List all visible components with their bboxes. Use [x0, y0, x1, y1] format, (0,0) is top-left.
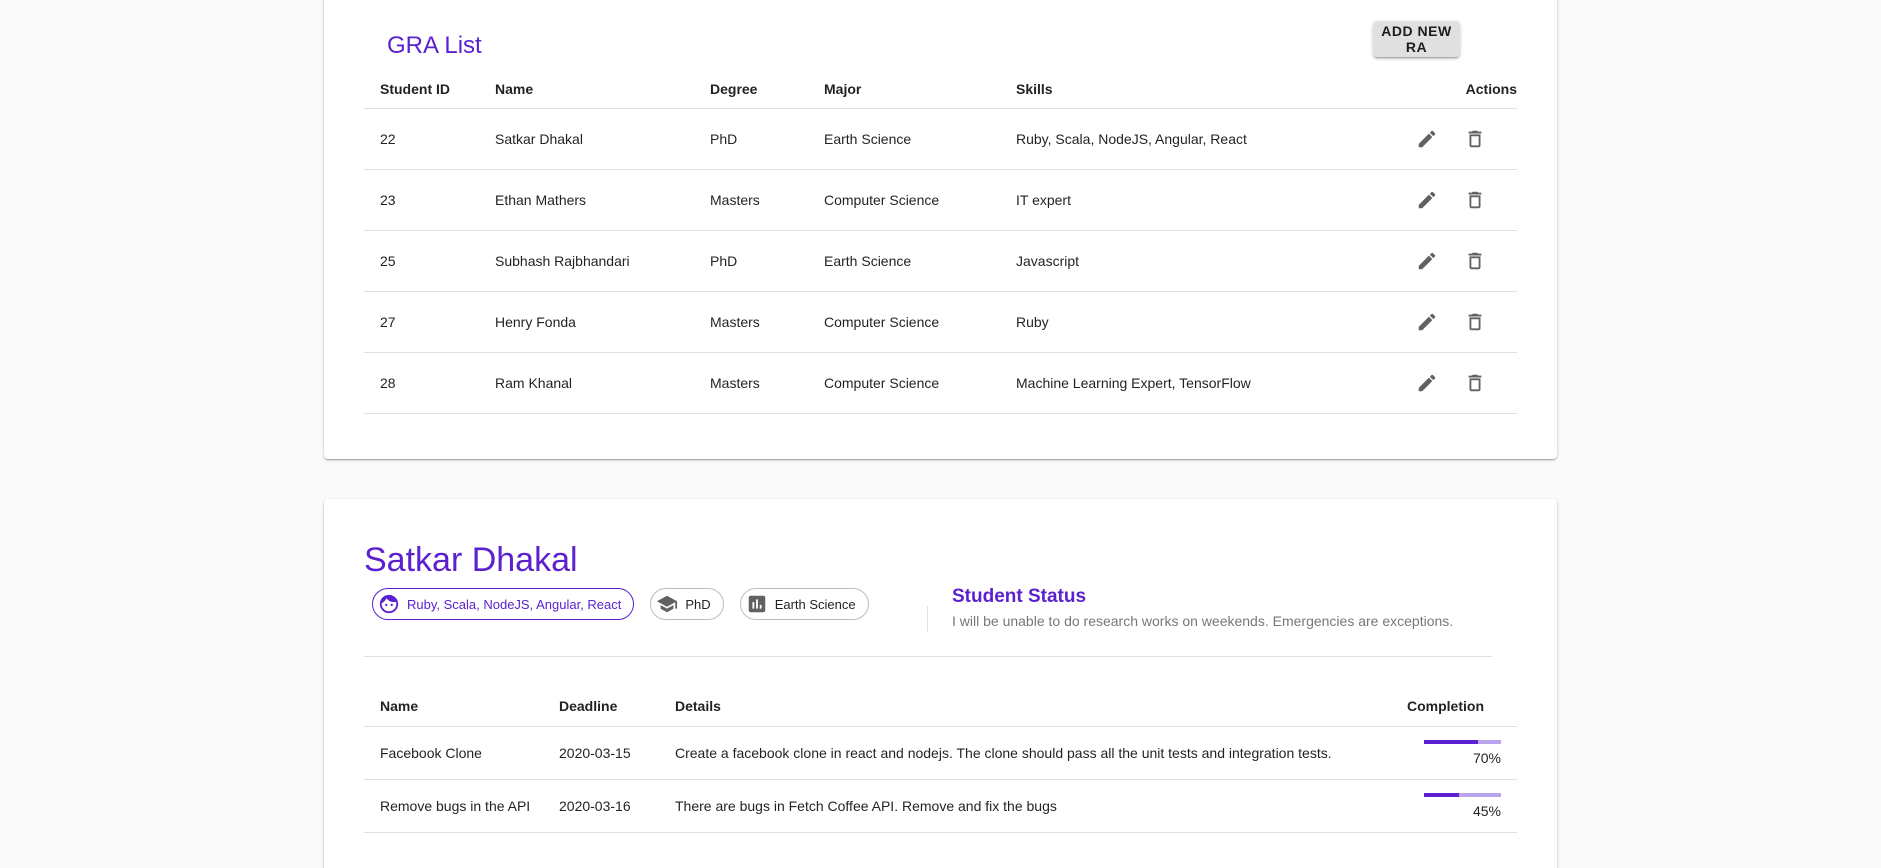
cell-student-id: 27 [364, 291, 495, 353]
trash-icon[interactable] [1461, 186, 1489, 214]
col-actions: Actions [1346, 71, 1517, 109]
cell-degree: Masters [710, 169, 824, 231]
cell-major: Earth Science [824, 108, 1016, 170]
progress-bar [1424, 792, 1501, 797]
degree-chip[interactable]: PhD [650, 588, 724, 620]
progress-fill [1424, 792, 1459, 797]
cell-completion: 70% [1407, 726, 1517, 780]
cell-major: Computer Science [824, 169, 1016, 231]
add-new-ra-button[interactable]: ADD NEW RA [1373, 21, 1460, 57]
status-text: I will be unable to do research works on… [952, 613, 1454, 629]
col-degree[interactable]: Degree [710, 71, 824, 109]
trash-icon[interactable] [1461, 308, 1489, 336]
task-table: Name Deadline Details Completion Faceboo… [364, 686, 1517, 833]
cell-degree: PhD [710, 230, 824, 292]
gra-list-card: GRA List ADD NEW RA Student ID Name Degr… [324, 0, 1557, 459]
major-chip[interactable]: Earth Science [739, 588, 869, 620]
cell-major: Computer Science [824, 291, 1016, 353]
col-skills[interactable]: Skills [1016, 71, 1346, 109]
cell-actions [1346, 352, 1517, 414]
status-title: Student Status [952, 586, 1087, 607]
cell-major: Computer Science [824, 352, 1016, 414]
table-row[interactable]: Facebook Clone 2020-03-15 Create a faceboo… [364, 726, 1517, 780]
cell-major: Earth Science [824, 230, 1016, 292]
cell-skills: IT expert [1016, 169, 1346, 231]
student-detail-card: Satkar Dhakal Ruby, Scala, NodeJS, Angul… [324, 499, 1557, 868]
skills-chip-label: Ruby, Scala, NodeJS, Angular, React [407, 596, 622, 612]
task-table-header: Name Deadline Details Completion [364, 686, 1517, 727]
cell-skills: Javascript [1016, 230, 1346, 292]
cell-task-name: Facebook Clone [364, 726, 559, 780]
progress-label: 45% [1472, 802, 1501, 819]
pencil-icon[interactable] [1413, 247, 1441, 275]
cell-name: Henry Fonda [495, 291, 710, 353]
face-icon [377, 592, 401, 616]
completion-progress: 45% [1424, 792, 1501, 819]
col-major[interactable]: Major [824, 71, 1016, 109]
cell-completion: 45% [1407, 779, 1517, 833]
gra-table: Student ID Name Degree Major Skills Acti… [364, 71, 1517, 414]
cell-student-id: 23 [364, 169, 495, 231]
gra-list-title: GRA List [387, 32, 482, 59]
col-details[interactable]: Details [675, 686, 1407, 727]
divider [364, 656, 1492, 657]
progress-fill [1424, 739, 1478, 744]
cell-degree: Masters [710, 291, 824, 353]
progress-label: 70% [1472, 749, 1501, 766]
skills-chip[interactable]: Ruby, Scala, NodeJS, Angular, React [372, 588, 635, 620]
pencil-icon[interactable] [1413, 125, 1441, 153]
col-deadline[interactable]: Deadline [559, 686, 675, 727]
cell-student-id: 28 [364, 352, 495, 414]
cell-deadline: 2020-03-16 [559, 779, 675, 833]
student-chips: Ruby, Scala, NodeJS, Angular, React PhD … [372, 588, 869, 620]
cell-details: Create a facebook clone in react and nod… [675, 726, 1407, 780]
status-divider [927, 606, 928, 632]
cell-actions [1346, 230, 1517, 292]
col-completion[interactable]: Completion [1407, 686, 1517, 727]
gra-table-header: Student ID Name Degree Major Skills Acti… [364, 71, 1517, 109]
pencil-icon[interactable] [1413, 308, 1441, 336]
pencil-icon[interactable] [1413, 186, 1441, 214]
student-name: Satkar Dhakal [364, 541, 578, 579]
cell-details: There are bugs in Fetch Coffee API. Remo… [675, 779, 1407, 833]
degree-chip-label: PhD [685, 596, 711, 612]
col-task-name[interactable]: Name [364, 686, 559, 727]
trash-icon[interactable] [1461, 247, 1489, 275]
table-row[interactable]: 28 Ram Khanal Masters Computer Science Machi… [364, 352, 1517, 414]
graduation-cap-icon [655, 592, 679, 616]
table-row[interactable]: 23 Ethan Mathers Masters Computer Science IT… [364, 169, 1517, 231]
cell-actions [1346, 169, 1517, 231]
cell-name: Subhash Rajbhandari [495, 230, 710, 292]
trash-icon[interactable] [1461, 125, 1489, 153]
cell-name: Ram Khanal [495, 352, 710, 414]
col-name[interactable]: Name [495, 71, 710, 109]
table-row[interactable]: 22 Satkar Dhakal PhD Earth Science Ruby, Sca… [364, 108, 1517, 170]
bar-chart-icon [745, 592, 769, 616]
cell-deadline: 2020-03-15 [559, 726, 675, 780]
cell-student-id: 22 [364, 108, 495, 170]
cell-degree: PhD [710, 108, 824, 170]
cell-skills: Ruby, Scala, NodeJS, Angular, React [1016, 108, 1346, 170]
cell-task-name: Remove bugs in the API [364, 779, 559, 833]
major-chip-label: Earth Science [774, 596, 856, 612]
cell-name: Ethan Mathers [495, 169, 710, 231]
col-student-id[interactable]: Student ID [364, 71, 495, 109]
trash-icon[interactable] [1461, 369, 1489, 397]
progress-bar [1424, 739, 1501, 744]
cell-degree: Masters [710, 352, 824, 414]
cell-name: Satkar Dhakal [495, 108, 710, 170]
table-row[interactable]: 25 Subhash Rajbhandari PhD Earth Science Jav… [364, 230, 1517, 292]
cell-student-id: 25 [364, 230, 495, 292]
pencil-icon[interactable] [1413, 369, 1441, 397]
completion-progress: 70% [1424, 739, 1501, 766]
cell-skills: Machine Learning Expert, TensorFlow [1016, 352, 1346, 414]
table-row[interactable]: 27 Henry Fonda Masters Computer Science Ruby [364, 291, 1517, 353]
cell-actions [1346, 291, 1517, 353]
cell-skills: Ruby [1016, 291, 1346, 353]
table-row[interactable]: Remove bugs in the API 2020-03-16 There ar… [364, 779, 1517, 833]
cell-actions [1346, 108, 1517, 170]
